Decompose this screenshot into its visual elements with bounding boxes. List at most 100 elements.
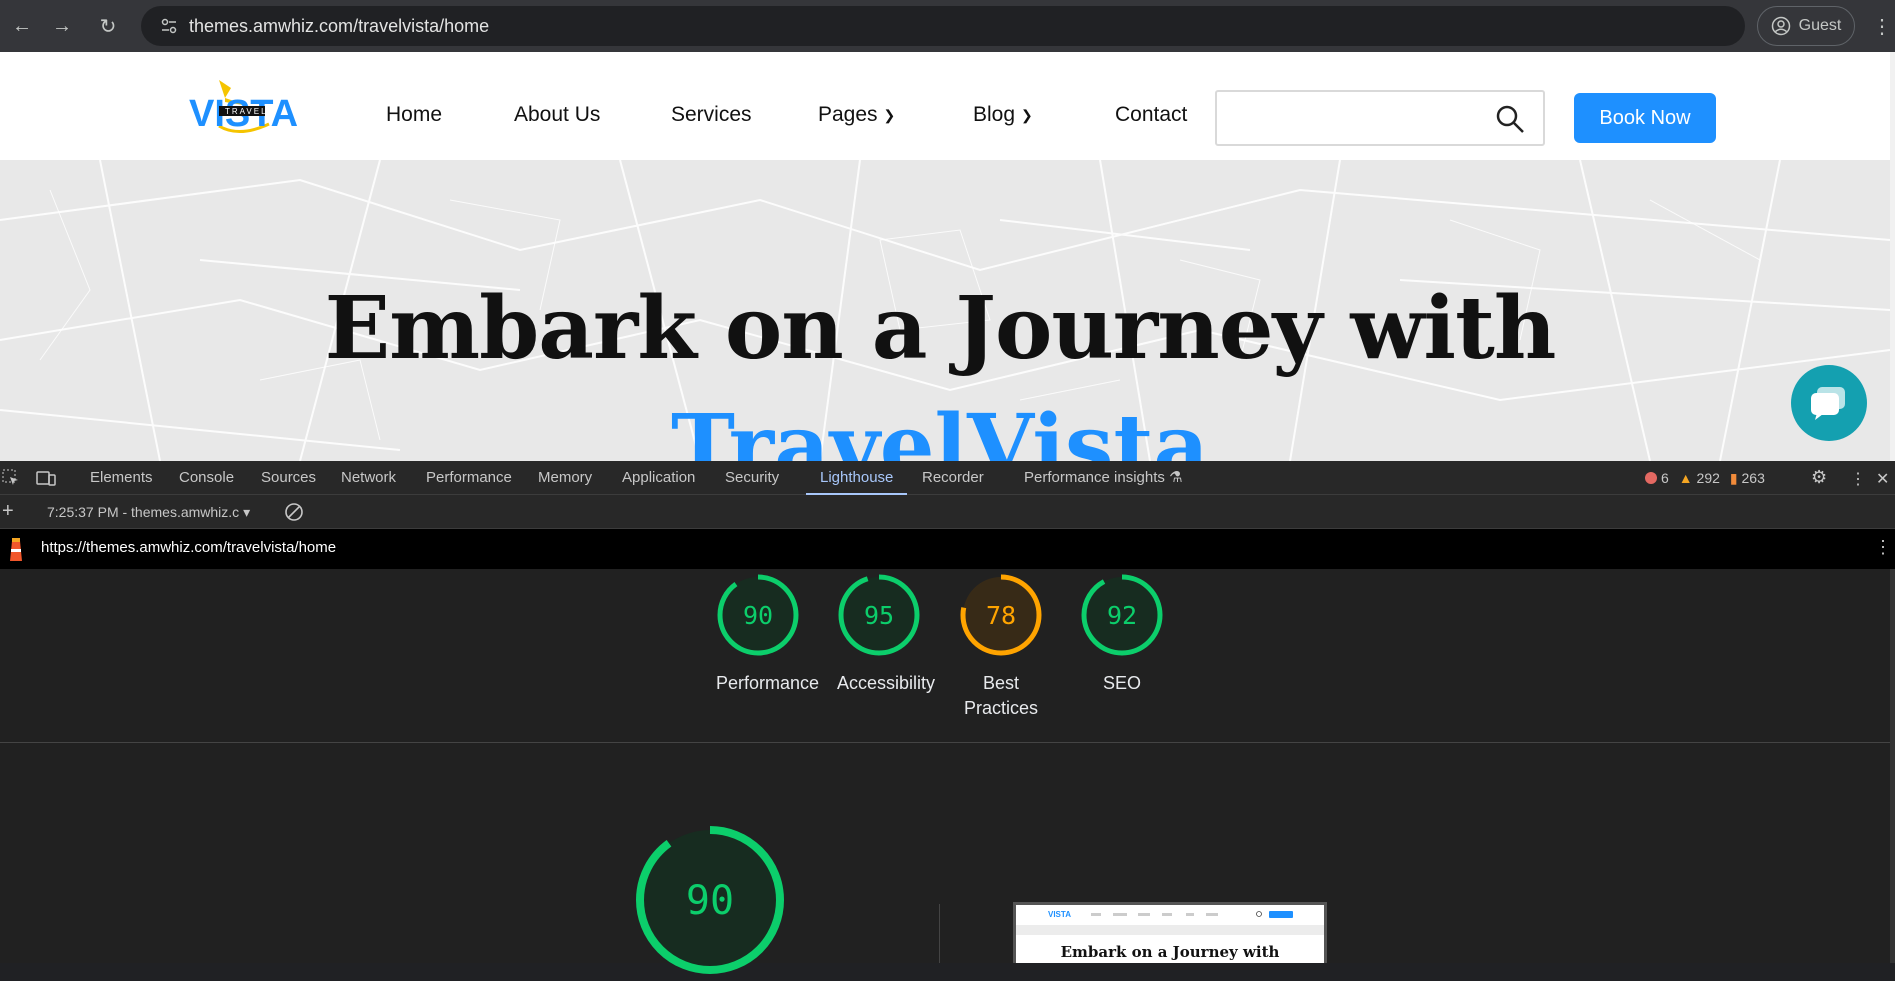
- lighthouse-toolbar: + 7:25:37 PM - themes.amwhiz.c ▾: [0, 495, 1895, 529]
- nav-contact[interactable]: Contact: [1115, 103, 1187, 127]
- nav-pages[interactable]: Pages ❯: [818, 103, 895, 127]
- info-count-value: 263: [1741, 469, 1765, 486]
- info-icon: ▮: [1729, 469, 1738, 486]
- gauge-accessibility-ring: 95: [838, 574, 920, 656]
- chat-widget-button[interactable]: [1791, 365, 1867, 441]
- warning-icon: ▲: [1678, 470, 1693, 486]
- browser-menu-icon[interactable]: ⋮: [1872, 14, 1892, 39]
- hero-title: Embark on a Journey with: [324, 278, 1557, 379]
- forward-icon[interactable]: →: [40, 0, 84, 52]
- url-path: /travelvista/home: [353, 15, 490, 36]
- nav-services[interactable]: Services: [671, 103, 752, 127]
- address-bar[interactable]: themes.amwhiz.com/travelvista/home: [141, 6, 1745, 46]
- chevron-down-icon: ❯: [883, 106, 896, 123]
- caret-down-icon: ▾: [243, 504, 251, 520]
- error-icon: [1645, 472, 1657, 484]
- report-url-bar: https://themes.amwhiz.com/travelvista/ho…: [0, 529, 1895, 569]
- site-search-input[interactable]: [1215, 90, 1545, 146]
- warning-count-value: 292: [1696, 470, 1720, 486]
- gauge-seo[interactable]: 92 SEO: [1080, 573, 1164, 696]
- gauge-seo-label: SEO: [1102, 673, 1141, 693]
- main-gauge-ring: 90: [636, 826, 784, 974]
- flask-icon: ⚗: [1169, 469, 1183, 486]
- tab-sources[interactable]: Sources: [261, 461, 316, 495]
- tab-performance-insights[interactable]: Performance insights ⚗: [1024, 461, 1183, 495]
- nav-blog[interactable]: Blog ❯: [973, 103, 1033, 127]
- gauge-seo-score: 92: [1107, 601, 1137, 630]
- tab-console[interactable]: Console: [179, 461, 234, 495]
- gauge-performance[interactable]: 90 Performance: [716, 573, 820, 696]
- gauge-performance-score: 90: [743, 601, 773, 630]
- lighthouse-report: [0, 569, 1890, 963]
- site-header: VISTA TRAVEL Home About Us Services Page…: [0, 52, 1890, 160]
- error-count: 6: [1645, 470, 1669, 486]
- profile-button[interactable]: Guest: [1757, 6, 1855, 46]
- nav-blog-label: Blog: [973, 103, 1016, 126]
- chat-icon: [1811, 387, 1845, 420]
- gauge-best-practices-label: Best Practices: [963, 673, 1039, 718]
- search-icon[interactable]: [1495, 104, 1525, 134]
- tab-performance[interactable]: Performance: [426, 461, 512, 495]
- book-now-button[interactable]: Book Now: [1574, 93, 1716, 143]
- devtools-scrollbar[interactable]: [1890, 569, 1895, 963]
- inspect-element-icon[interactable]: [2, 469, 20, 492]
- info-count: ▮ 263: [1730, 470, 1765, 487]
- report-select-label: 7:25:37 PM - themes.amwhiz.c: [47, 504, 240, 520]
- new-report-icon[interactable]: +: [2, 500, 14, 523]
- nav-pages-label: Pages: [818, 103, 878, 126]
- back-icon[interactable]: ←: [0, 0, 44, 52]
- thumbnail-title: Embark on a Journey with: [1060, 943, 1280, 961]
- main-gauge-score: 90: [686, 878, 734, 924]
- svg-text:VISTA: VISTA: [1048, 910, 1071, 919]
- settings-gear-icon[interactable]: ⚙: [1811, 467, 1827, 488]
- error-count-value: 6: [1661, 470, 1669, 486]
- gauge-best-practices[interactable]: 78 Best Practices: [958, 573, 1044, 721]
- tab-application[interactable]: Application: [622, 461, 695, 495]
- tab-memory[interactable]: Memory: [538, 461, 592, 495]
- browser-toolbar: ← → ↻ themes.amwhiz.com/travelvista/home…: [0, 0, 1895, 52]
- reload-icon[interactable]: ↻: [86, 0, 130, 52]
- devtools-tab-bar: Elements Console Sources Network Perform…: [0, 461, 1895, 495]
- address-url: themes.amwhiz.com/travelvista/home: [189, 16, 489, 37]
- issues-counter[interactable]: 6 ▲ 292 ▮ 263: [1645, 461, 1765, 495]
- chevron-down-icon: ❯: [1021, 106, 1033, 123]
- profile-label: Guest: [1798, 17, 1842, 34]
- tab-recorder[interactable]: Recorder: [922, 461, 984, 495]
- hero-section: Embark on a Journey with TravelVista: [0, 160, 1890, 461]
- logo-subtext: TRAVEL: [225, 107, 268, 116]
- site-info-icon[interactable]: [149, 17, 189, 35]
- gauge-seo-ring: 92: [1081, 574, 1163, 656]
- gauge-accessibility[interactable]: 95 Accessibility: [837, 573, 936, 696]
- device-toolbar-icon[interactable]: [36, 469, 56, 492]
- report-url[interactable]: https://themes.amwhiz.com/travelvista/ho…: [41, 539, 336, 556]
- gauge-accessibility-label: Accessibility: [837, 673, 936, 693]
- report-select[interactable]: 7:25:37 PM - themes.amwhiz.c ▾: [47, 504, 250, 521]
- tab-network[interactable]: Network: [341, 461, 396, 495]
- gauge-performance-ring: 90: [717, 574, 799, 656]
- tab-lighthouse[interactable]: Lighthouse: [806, 461, 908, 495]
- main-performance-gauge: 90: [634, 824, 786, 981]
- gauge-performance-label: Performance: [716, 673, 820, 693]
- lighthouse-logo-icon: [10, 538, 22, 561]
- profile-icon: [1771, 16, 1790, 36]
- devtools-menu-icon[interactable]: ⋮: [1850, 469, 1866, 489]
- nav-about-us[interactable]: About Us: [514, 103, 600, 127]
- tab-security[interactable]: Security: [725, 461, 779, 495]
- url-host: themes.amwhiz.com: [189, 15, 354, 36]
- close-devtools-icon[interactable]: ✕: [1876, 469, 1889, 489]
- report-menu-icon[interactable]: ⋮: [1874, 537, 1892, 558]
- thumbnail-header: VISTA: [1016, 905, 1324, 935]
- clear-reports-icon[interactable]: [284, 502, 304, 527]
- warning-count: ▲ 292: [1679, 470, 1720, 486]
- devtools-panel: Elements Console Sources Network Perform…: [0, 461, 1895, 963]
- nav-home[interactable]: Home: [386, 103, 442, 127]
- site-scrollbar[interactable]: [1890, 52, 1895, 461]
- page-screenshot-thumbnail[interactable]: VISTA Embark on a Journey with: [1013, 902, 1327, 963]
- tab-elements[interactable]: Elements: [90, 461, 153, 495]
- report-vertical-separator: [939, 904, 940, 963]
- tab-performance-insights-label: Performance insights: [1024, 469, 1165, 486]
- website-viewport: VISTA TRAVEL Home About Us Services Page…: [0, 52, 1890, 461]
- gauge-best-practices-score: 78: [986, 601, 1016, 630]
- gauge-accessibility-score: 95: [864, 601, 894, 630]
- site-logo[interactable]: VISTA TRAVEL: [189, 78, 314, 140]
